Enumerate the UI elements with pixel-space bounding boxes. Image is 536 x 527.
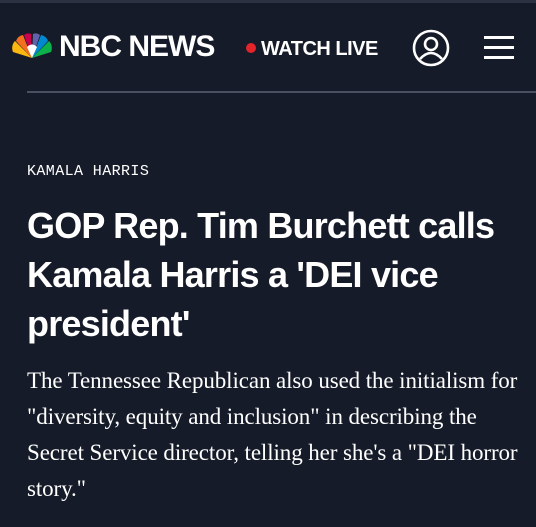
nbc-peacock-logo-icon[interactable] <box>10 33 54 61</box>
live-indicator-dot <box>246 43 256 53</box>
section-label-link[interactable]: KAMALA HARRIS <box>27 163 149 181</box>
brand-name[interactable]: NBC NEWS <box>59 31 215 63</box>
account-icon[interactable] <box>412 29 450 67</box>
hamburger-menu-icon[interactable] <box>484 36 514 60</box>
article-dek: The Tennessee Republican also used the i… <box>27 368 518 501</box>
article-headline: GOP Rep. Tim Burchett calls Kamala Harri… <box>27 205 495 344</box>
watch-live-link[interactable]: WATCH LIVE <box>261 38 378 60</box>
site-header: NBC NEWS WATCH LIVE <box>0 3 536 91</box>
header-divider <box>27 91 536 93</box>
